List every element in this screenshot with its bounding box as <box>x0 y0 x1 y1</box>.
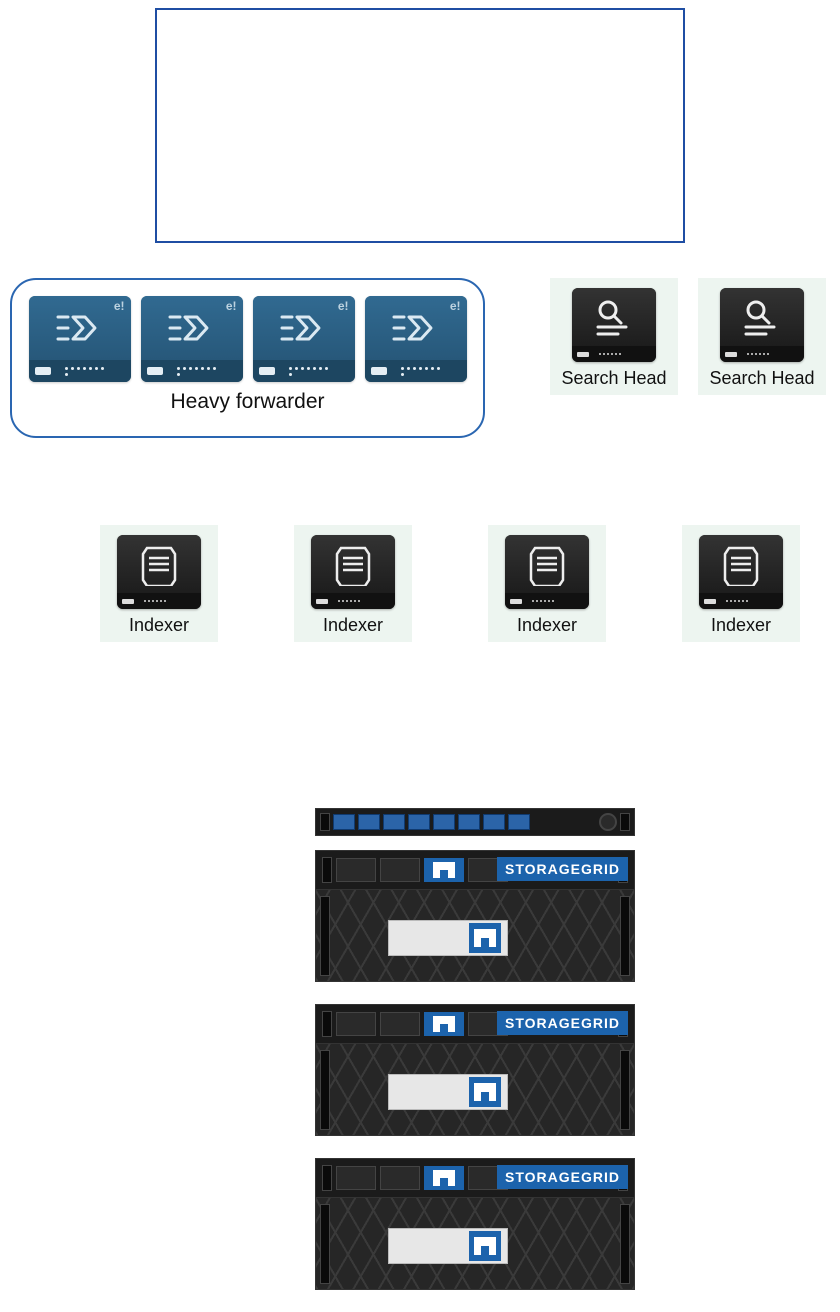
heavy-forwarder-row: e! e! e! <box>29 296 467 382</box>
indexer-label: Indexer <box>129 615 189 636</box>
storagegrid-chassis <box>315 890 635 982</box>
search-head-label: Search Head <box>709 368 814 389</box>
storagegrid-brand-label: STORAGEGRID <box>497 857 628 881</box>
indexer-device <box>699 535 783 609</box>
storagegrid-pull-tag <box>388 1228 508 1264</box>
indexer-icon <box>311 535 395 593</box>
device-base <box>117 593 201 609</box>
search-head-icon <box>572 288 656 346</box>
forwarder-base <box>29 360 131 382</box>
device-base <box>699 593 783 609</box>
search-head-device <box>572 288 656 362</box>
storage-stack: STORAGEGRID STORAGEGRID <box>315 808 635 1312</box>
top-container-box <box>155 8 685 243</box>
storagegrid-brand-label: STORAGEGRID <box>497 1165 628 1189</box>
device-base <box>572 346 656 362</box>
storagegrid-controller: STORAGEGRID <box>315 1004 635 1044</box>
search-head-panel: Search Head <box>698 278 826 395</box>
forwarder-badge: e! <box>338 299 349 313</box>
netapp-logo-icon <box>469 1077 501 1107</box>
indexer-label: Indexer <box>323 615 383 636</box>
storagegrid-pull-tag <box>388 920 508 956</box>
device-base <box>720 346 804 362</box>
netapp-logo-icon <box>424 1012 464 1036</box>
heavy-forwarder-unit: e! <box>141 296 243 382</box>
search-head-panel: Search Head <box>550 278 678 395</box>
storagegrid-chassis <box>315 1198 635 1290</box>
forwarder-base <box>365 360 467 382</box>
indexer-label: Indexer <box>517 615 577 636</box>
forwarder-badge: e! <box>114 299 125 313</box>
indexer-device <box>311 535 395 609</box>
forwarder-base <box>253 360 355 382</box>
heavy-forwarder-group: e! e! e! <box>10 278 485 438</box>
indexer-icon <box>505 535 589 593</box>
indexer-row: Indexer Indexer Indexer Indexer <box>100 525 800 642</box>
network-switch <box>315 808 635 836</box>
indexer-icon <box>699 535 783 593</box>
search-head-icon <box>720 288 804 346</box>
indexer-icon <box>117 535 201 593</box>
heavy-forwarder-unit: e! <box>253 296 355 382</box>
search-head-device <box>720 288 804 362</box>
storagegrid-pull-tag <box>388 1074 508 1110</box>
search-head-label: Search Head <box>561 368 666 389</box>
heavy-forwarder-unit: e! <box>29 296 131 382</box>
storagegrid-unit: STORAGEGRID <box>315 1004 635 1136</box>
netapp-logo-icon <box>469 923 501 953</box>
device-base <box>505 593 589 609</box>
device-base <box>311 593 395 609</box>
storagegrid-chassis <box>315 1044 635 1136</box>
indexer-panel: Indexer <box>100 525 218 642</box>
search-head-row: Search Head Search Head <box>550 278 826 395</box>
storagegrid-controller: STORAGEGRID <box>315 850 635 890</box>
forwarder-base <box>141 360 243 382</box>
indexer-panel: Indexer <box>682 525 800 642</box>
storagegrid-controller: STORAGEGRID <box>315 1158 635 1198</box>
indexer-label: Indexer <box>711 615 771 636</box>
heavy-forwarder-unit: e! <box>365 296 467 382</box>
storagegrid-brand-label: STORAGEGRID <box>497 1011 628 1035</box>
indexer-device <box>505 535 589 609</box>
storagegrid-unit: STORAGEGRID <box>315 1158 635 1290</box>
forwarder-badge: e! <box>226 299 237 313</box>
indexer-panel: Indexer <box>294 525 412 642</box>
heavy-forwarder-label: Heavy forwarder <box>170 390 324 414</box>
forwarder-badge: e! <box>450 299 461 313</box>
netapp-logo-icon <box>424 1166 464 1190</box>
netapp-logo-icon <box>424 858 464 882</box>
indexer-device <box>117 535 201 609</box>
storagegrid-unit: STORAGEGRID <box>315 850 635 982</box>
indexer-panel: Indexer <box>488 525 606 642</box>
